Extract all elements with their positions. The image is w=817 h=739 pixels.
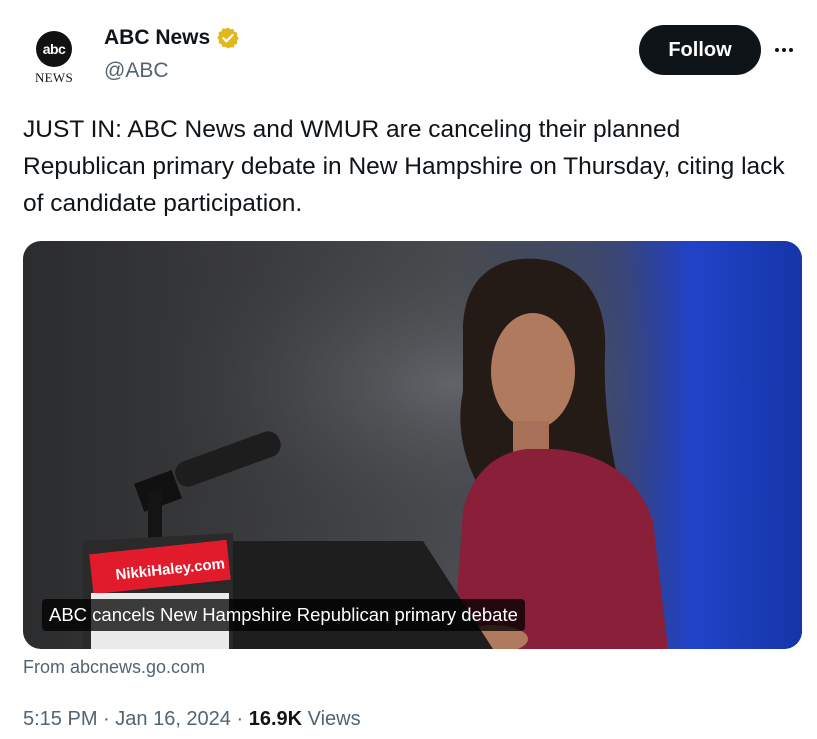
- tweet-meta: 5:15 PM · Jan 16, 2024 · 16.9K Views: [23, 708, 361, 731]
- author-name-row: ABC News: [104, 26, 240, 50]
- author-display-name[interactable]: ABC News: [104, 26, 210, 50]
- author-handle[interactable]: @ABC: [104, 59, 169, 83]
- link-card-image[interactable]: NikkiHaley.com ABC cancels New Hampshire…: [23, 241, 802, 649]
- card-caption: ABC cancels New Hampshire Republican pri…: [42, 599, 525, 631]
- meta-separator: ·: [97, 708, 116, 730]
- tweet-date[interactable]: Jan 16, 2024: [115, 708, 231, 730]
- ellipsis-dot: [782, 48, 786, 52]
- verified-badge-icon[interactable]: [216, 26, 240, 50]
- tweet-time[interactable]: 5:15 PM: [23, 708, 97, 730]
- avatar[interactable]: abc NEWS: [22, 22, 86, 86]
- ellipsis-dot: [775, 48, 779, 52]
- ellipsis-icon[interactable]: [775, 40, 801, 60]
- card-source-link[interactable]: From abcnews.go.com: [23, 657, 205, 678]
- views-count: 16.9K: [248, 708, 303, 730]
- tweet-text: JUST IN: ABC News and WMUR are canceling…: [23, 116, 785, 217]
- abc-logo: abc: [36, 31, 72, 67]
- ellipsis-dot: [789, 48, 793, 52]
- follow-button[interactable]: Follow: [639, 25, 761, 75]
- views-label: Views: [302, 708, 361, 730]
- abc-logo-news-text: NEWS: [34, 70, 74, 85]
- news-photo: NikkiHaley.com: [23, 241, 802, 649]
- meta-separator: ·: [230, 708, 249, 730]
